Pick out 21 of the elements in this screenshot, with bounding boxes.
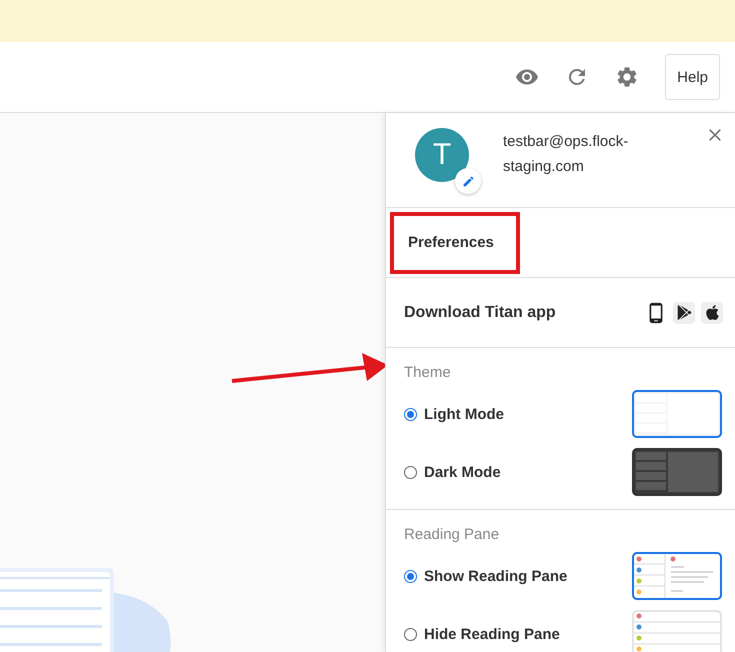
radio-button[interactable] <box>404 466 417 478</box>
layout-preview-icon[interactable] <box>632 552 722 600</box>
section-title: Reading Pane <box>404 526 500 543</box>
apple-icon[interactable] <box>701 302 723 324</box>
option-label: Dark Mode <box>424 464 501 480</box>
radio-button[interactable] <box>404 408 417 420</box>
option-label: Light Mode <box>424 406 504 422</box>
download-label: Download Titan app <box>404 304 556 322</box>
edit-icon[interactable] <box>455 168 481 194</box>
avatar-initial: T <box>432 138 452 172</box>
preferences-link[interactable]: Preferences <box>390 212 520 274</box>
radio-button[interactable] <box>404 570 417 582</box>
radio-button[interactable] <box>404 628 417 640</box>
help-button[interactable]: Help <box>665 54 720 100</box>
settings-icon[interactable] <box>615 65 640 89</box>
user-email: testbar@ops.flock-staging.com <box>503 132 630 177</box>
layout-preview-icon[interactable] <box>632 390 722 438</box>
option-label: Hide Reading Pane <box>424 626 560 642</box>
section-title: Theme <box>404 364 452 381</box>
option-label: Show Reading Pane <box>424 568 568 584</box>
play-store-icon[interactable] <box>673 302 695 324</box>
